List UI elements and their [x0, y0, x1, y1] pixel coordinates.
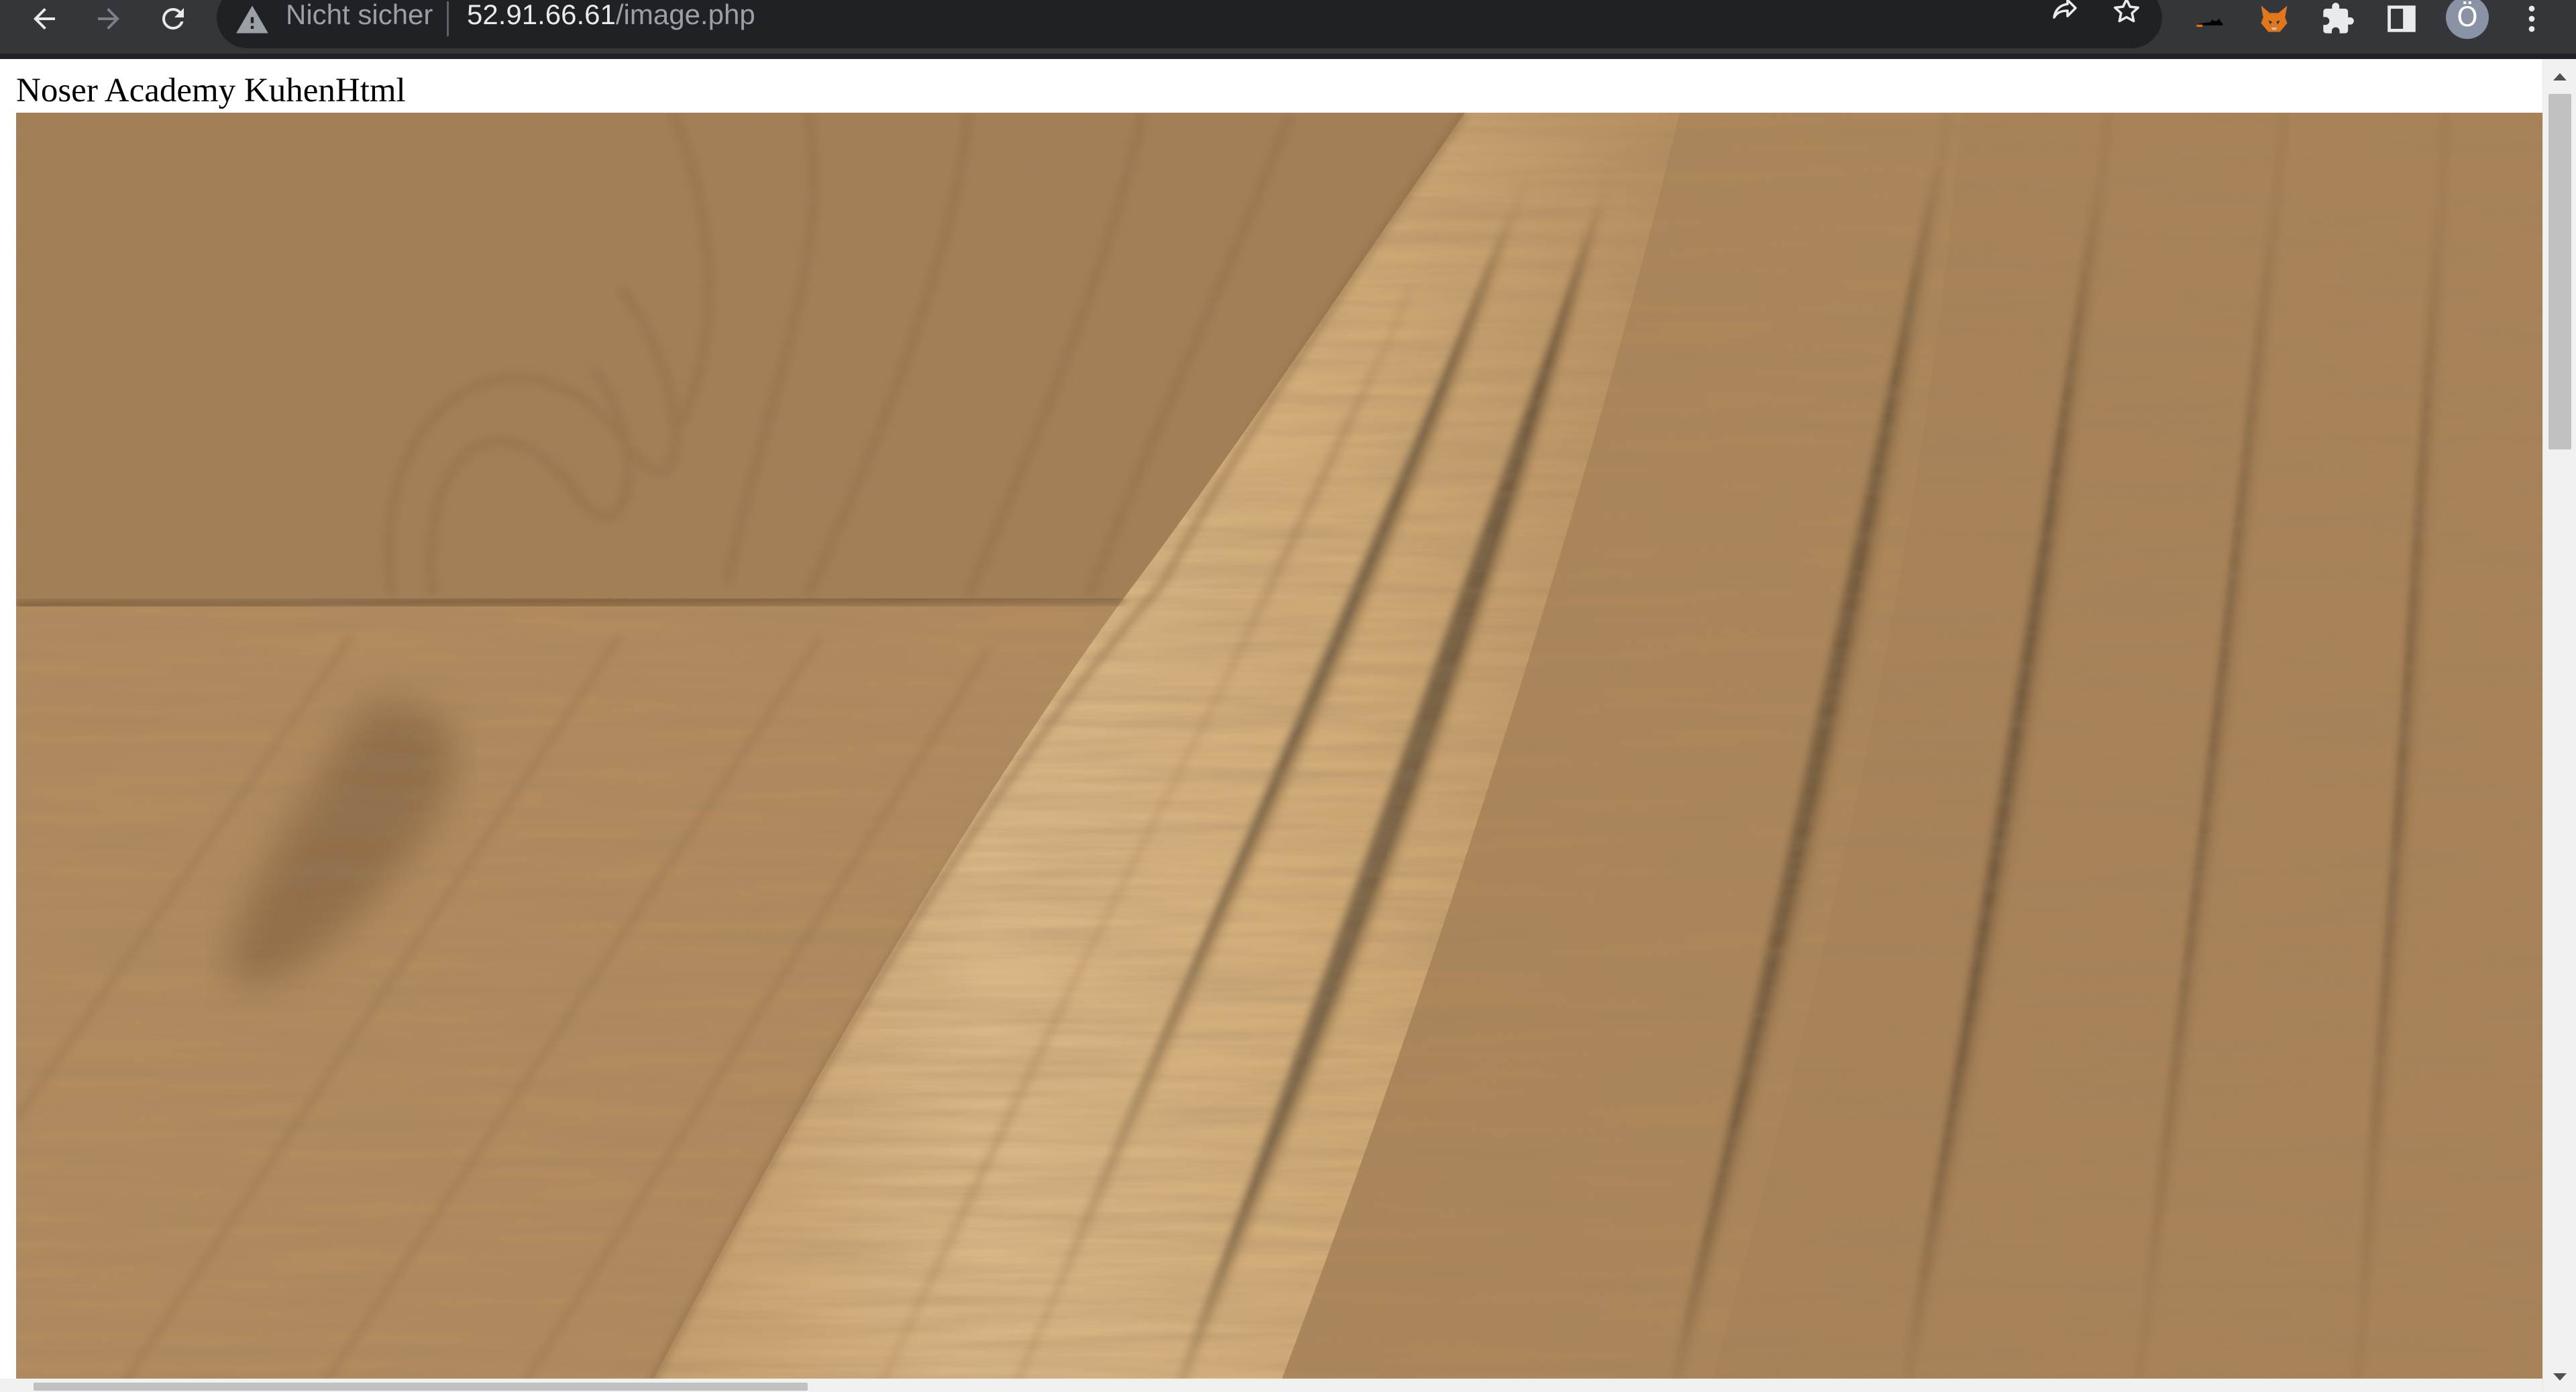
share-button[interactable]	[2043, 0, 2086, 32]
fox-extension-button[interactable]	[2247, 0, 2301, 38]
url-host: 52.91.66.61	[467, 0, 616, 30]
extensions-button[interactable]	[2311, 0, 2365, 38]
side-panel-button[interactable]	[2375, 0, 2428, 38]
scroll-up-button[interactable]	[2543, 63, 2576, 90]
forward-button[interactable]	[82, 0, 136, 38]
caret-down-icon	[2553, 1373, 2567, 1381]
browser-toolbar: Nicht sicher 52.91.66.61/image.php Ö	[0, 0, 2576, 59]
side-panel-icon	[2387, 5, 2416, 32]
cat-extension-icon	[2196, 19, 2223, 28]
horizontal-scroll-thumb[interactable]	[34, 1383, 808, 1391]
browser-menu-button[interactable]	[2505, 0, 2559, 38]
profile-initial: Ö	[2457, 2, 2478, 33]
reload-icon	[162, 7, 184, 30]
vertical-scrollbar[interactable]	[2542, 59, 2576, 1392]
url-path: /image.php	[615, 0, 755, 30]
toolbar-bottom-border	[0, 54, 2576, 59]
back-button[interactable]	[17, 0, 71, 38]
share-icon	[2053, 0, 2077, 19]
vertical-scroll-thumb[interactable]	[2548, 94, 2571, 449]
page-heading: Noser Academy KuhenHtml	[16, 72, 406, 109]
arrow-right-icon	[98, 8, 119, 30]
scroll-down-button[interactable]	[2543, 1364, 2576, 1391]
bookmark-button[interactable]	[2105, 0, 2148, 32]
horizontal-scrollbar[interactable]	[0, 1379, 2542, 1392]
arrow-left-icon	[34, 8, 55, 30]
kebab-menu-icon	[2528, 5, 2535, 32]
cat-extension-button[interactable]	[2183, 0, 2237, 38]
profile-avatar[interactable]: Ö	[2446, 0, 2489, 39]
caret-up-icon	[2553, 73, 2567, 81]
url-text[interactable]: 52.91.66.61/image.php	[467, 0, 755, 31]
fox-extension-icon	[2261, 5, 2288, 32]
wood-floor-picture	[16, 113, 2542, 1392]
puzzle-icon	[2323, 3, 2354, 34]
address-bar[interactable]: Nicht sicher 52.91.66.61/image.php	[217, 0, 2162, 48]
warning-triangle-icon[interactable]	[235, 3, 270, 38]
page-content: Noser Academy KuhenHtml	[0, 59, 2576, 1392]
reload-button[interactable]	[146, 0, 200, 38]
address-separator	[447, 1, 449, 36]
security-status-label[interactable]: Nicht sicher	[286, 0, 433, 31]
wood-floor-image	[16, 113, 2542, 1392]
star-icon	[2114, 0, 2139, 23]
